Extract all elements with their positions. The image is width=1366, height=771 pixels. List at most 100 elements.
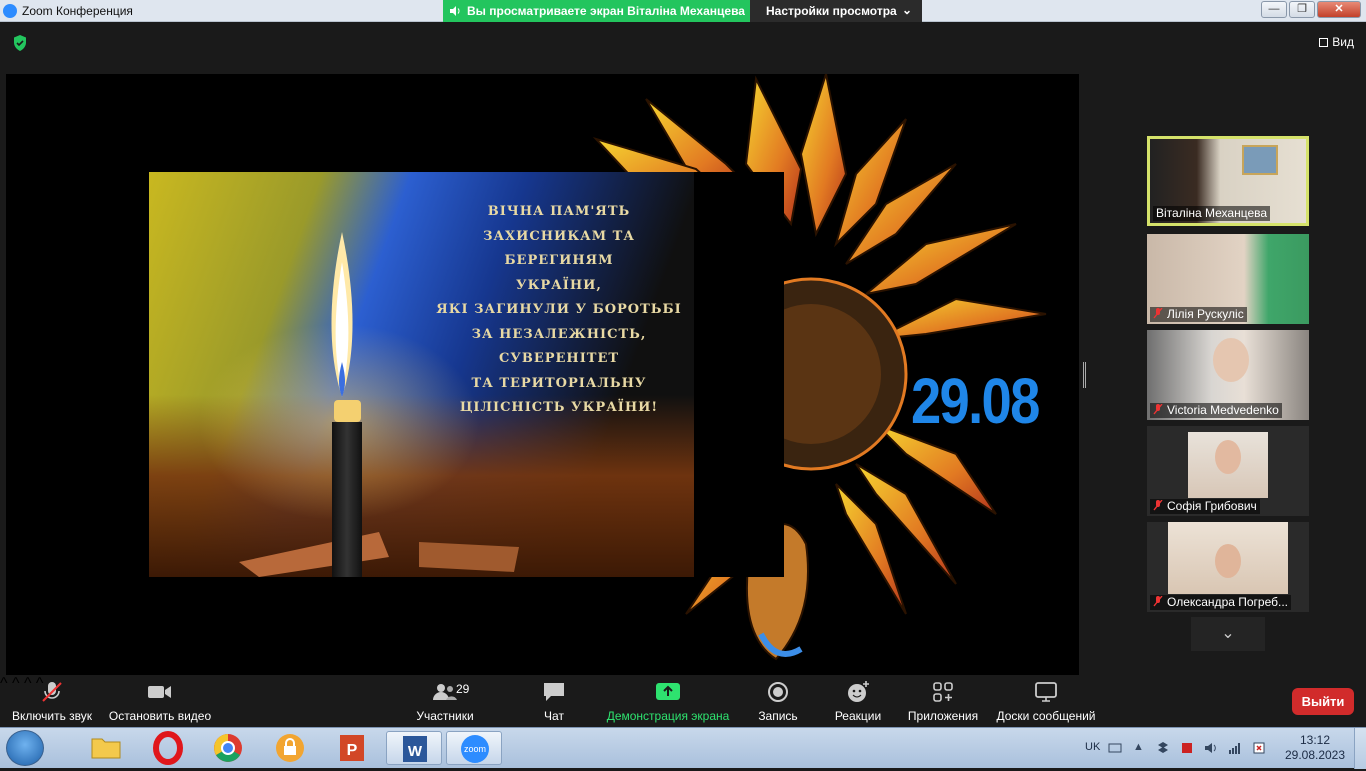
whiteboards-button[interactable]: Доски сообщений [993,681,1099,723]
video-camera-icon [148,686,171,698]
view-label: Вид [1332,35,1354,49]
antivirus-icon[interactable] [1180,741,1194,755]
record-button[interactable]: Запись [752,681,804,723]
dropbox-icon[interactable] [1156,741,1170,755]
folder-icon [91,738,121,759]
participant-tile[interactable]: Софія Грибович [1147,426,1309,516]
memorial-date: 29.08 [911,365,1040,437]
memorial-line: СУВЕРЕНІТЕТ [498,351,620,366]
viewing-share-banner: Вы просматриваете экран Віталіна Механце… [443,0,750,22]
apps-icon [933,682,953,702]
participants-icon [433,684,457,700]
svg-text:W: W [408,743,423,760]
meeting-topbar: Вид [0,22,1366,74]
gallery-scroll-down-button[interactable]: ⌄ [1191,617,1265,651]
share-screen-icon [656,683,680,700]
windows-taskbar: P W zoom UK ▲ 13:12 29.08.2023 [0,727,1366,769]
start-button[interactable] [6,730,44,766]
memorial-text: ВІЧНА ПАМ'ЯТЬ ЗАХИСНИКАМ ТА БЕРЕГИНЯМ УК… [429,200,689,421]
whiteboard-icon [1035,682,1057,702]
participant-face [1215,440,1241,474]
reactions-button[interactable]: Реакции [832,681,884,723]
view-grid-icon [1319,38,1329,47]
memorial-line: УКРАЇНИ, [516,277,602,293]
svg-text:P: P [347,742,358,759]
show-desktop-button[interactable] [1354,728,1366,769]
bullet-casings-illustration [239,532,519,577]
participant-tile[interactable]: Victoria Medvedenko [1147,330,1309,420]
participant-name: Віталіна Механцева [1153,206,1271,221]
memorial-line: ВІЧНА ПАМ'ЯТЬ [487,204,631,219]
unmute-button[interactable]: Включить звук [8,681,96,723]
participants-button[interactable]: 29 Участники [412,681,478,723]
powerpoint-icon: P [340,735,364,761]
show-hidden-icons[interactable]: ▲ [1133,741,1147,755]
memorial-line: ЦІЛІСНІСТЬ УКРАЇНИ! [459,400,659,415]
muted-mic-icon [1153,596,1163,607]
chat-bubble-icon [544,683,564,701]
action-center-icon[interactable] [1252,741,1266,755]
chevron-down-icon: ⌄ [901,3,912,17]
panel-splitter-handle[interactable] [1083,362,1086,388]
taskbar-zoom[interactable]: zoom [446,731,502,765]
zoom-app-icon [3,4,17,18]
view-settings-label: Настройки просмотра [766,4,897,18]
taskbar-powerpoint[interactable]: P [324,731,380,765]
minimize-button[interactable]: — [1261,1,1287,18]
participant-name: Софія Грибович [1150,499,1260,514]
leave-button[interactable]: Выйти [1292,688,1354,715]
wall-picture [1242,145,1278,175]
opera-icon [153,731,183,765]
participant-face [1213,338,1249,382]
muted-mic-icon [1153,500,1163,511]
shared-screen: ВІЧНА ПАМ'ЯТЬ ЗАХИСНИКАМ ТА БЕРЕГИНЯМ УК… [6,74,1079,675]
memorial-line: ТА ТЕРИТОРІАЛЬНУ [471,375,647,391]
vpn-lock-icon [276,734,304,762]
memorial-line: ЗАХИСНИКАМ ТА БЕРЕГИНЯМ [483,228,635,269]
system-clock[interactable]: 13:12 29.08.2023 [1284,733,1346,763]
security-shield-icon[interactable] [12,34,28,52]
memorial-line: ЯКІ ЗАГИНУЛИ У БОРОТЬБІ [436,302,682,317]
chat-button[interactable]: Чат [535,681,573,723]
window-title: Zoom Конференция [22,4,133,18]
chrome-icon [214,734,242,762]
taskbar-word[interactable]: W [386,731,442,765]
participant-tile[interactable]: Віталіна Механцева [1147,136,1309,226]
share-screen-button[interactable]: Демонстрация экрана [605,681,731,723]
participants-count: 29 [456,682,470,696]
apps-button[interactable]: Приложения [904,681,982,723]
language-indicator[interactable]: UK [1085,741,1100,753]
candle-wax [334,400,361,422]
participant-tile[interactable]: Олександра Погреб... [1147,522,1309,612]
window-titlebar: Zoom Конференция Вы просматриваете экран… [0,0,1366,22]
muted-mic-icon [42,682,62,702]
view-settings-button[interactable]: Настройки просмотра ⌄ [750,0,922,22]
viewing-share-text: Вы просматриваете экран Віталіна Механце… [467,4,745,18]
meeting-toolbar: Включить звук ^ Остановить видео ^ 29 Уч… [0,675,1366,727]
window-controls: — ❐ ✕ [1261,1,1361,18]
record-icon [768,682,788,702]
maximize-button[interactable]: ❐ [1289,1,1315,18]
participant-tile[interactable]: Лілія Рускуліс [1147,234,1309,324]
audio-options-caret[interactable]: ^ [0,675,8,692]
network-signal-icon[interactable] [1228,741,1242,755]
taskbar-opera[interactable] [140,731,196,765]
view-button[interactable]: Вид [1319,35,1354,49]
muted-mic-icon [1153,308,1163,319]
stop-video-button[interactable]: Остановить видео [108,681,212,723]
memorial-line: ЗА НЕЗАЛЕЖНІСТЬ, [471,326,647,342]
taskbar-explorer[interactable] [78,731,134,765]
participant-face [1215,544,1241,578]
taskbar-vpn[interactable] [262,731,318,765]
speaker-icon [450,6,460,16]
memorial-photo: ВІЧНА ПАМ'ЯТЬ ЗАХИСНИКАМ ТА БЕРЕГИНЯМ УК… [149,172,784,577]
chevron-down-icon: ⌄ [1221,625,1235,642]
candle-body [332,422,362,577]
keyboard-icon[interactable] [1108,741,1122,755]
candle-flame-icon [331,232,353,397]
zoom-icon: zoom [461,735,489,763]
participant-name: Лілія Рускуліс [1150,307,1247,322]
volume-icon[interactable] [1204,741,1218,755]
close-button[interactable]: ✕ [1317,1,1361,18]
taskbar-chrome[interactable] [200,731,256,765]
